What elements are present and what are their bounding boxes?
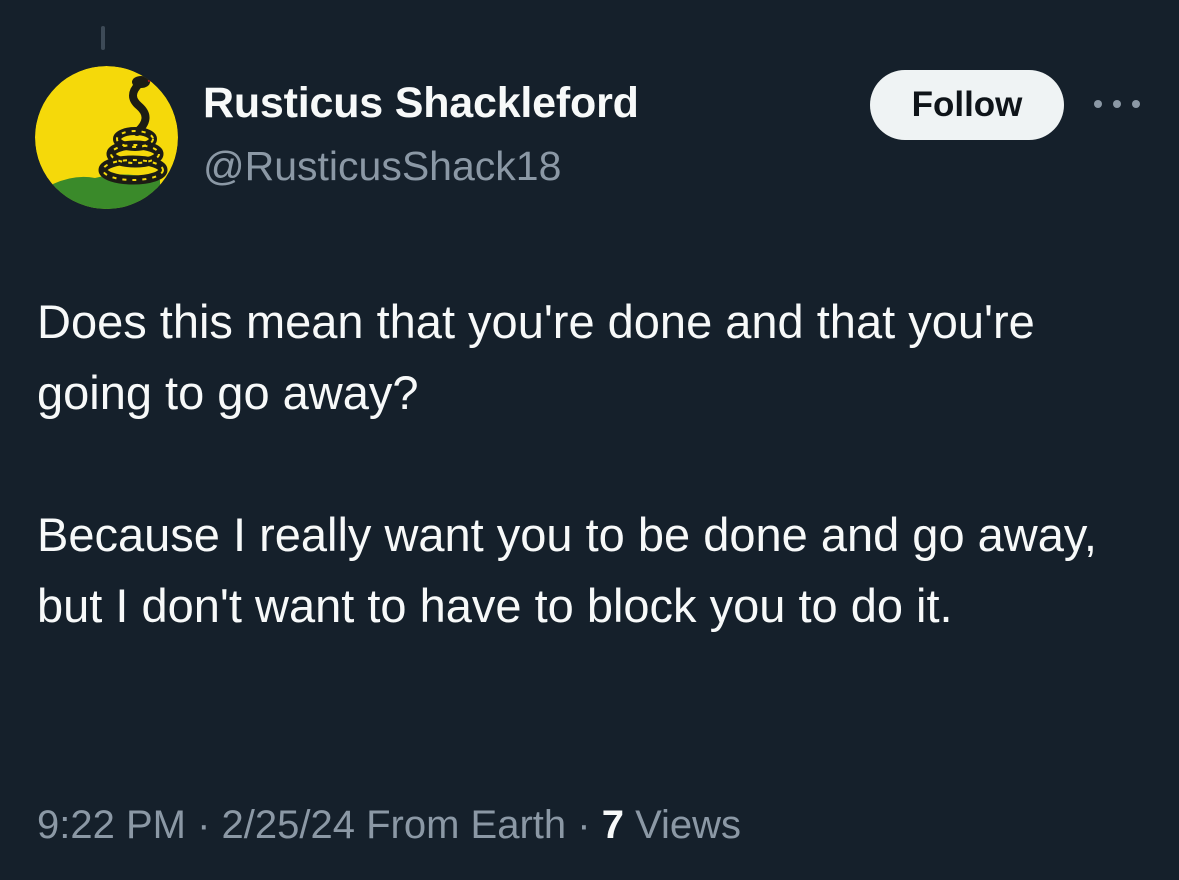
tweet-card: Rusticus Shackleford @RusticusShack18 Fo… [0,0,1179,880]
thread-connector-line [101,26,105,50]
tweet-location: From Earth [366,803,567,847]
tweet-text: Does this mean that you're done and that… [37,286,1147,641]
tweet-paragraph: Does this mean that you're done and that… [37,295,1035,419]
tweet-paragraph: Because I really want you to be done and… [37,508,1097,632]
views-count[interactable]: 7 [602,803,624,847]
tweet-date[interactable]: 2/25/24 [222,803,355,847]
follow-button[interactable]: Follow [870,70,1064,140]
more-horizontal-icon[interactable] [1094,91,1140,117]
meta-separator: · [566,803,602,847]
author-display-name[interactable]: Rusticus Shackleford [203,79,639,128]
meta-separator: · [185,803,222,847]
author-handle[interactable]: @RusticusShack18 [203,143,561,190]
views-label[interactable]: Views [635,803,741,847]
tweet-time[interactable]: 9:22 PM [37,803,186,847]
tweet-meta: 9:22 PM · 2/25/24 From Earth · 7 Views [37,803,741,848]
avatar-gadsden-logo-icon [35,66,178,209]
avatar[interactable] [35,66,178,209]
